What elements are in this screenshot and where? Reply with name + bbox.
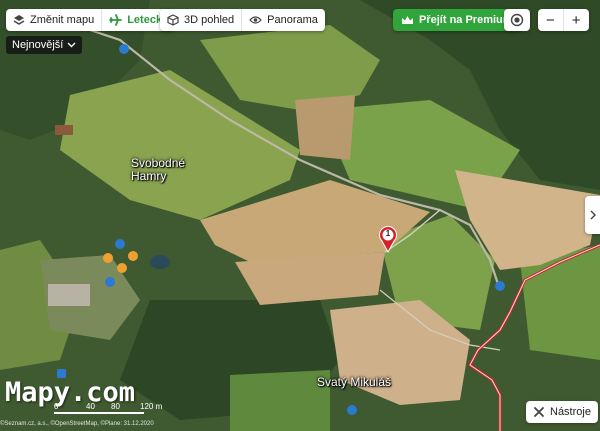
tools-button[interactable]: Nástroje [526, 401, 598, 423]
place-label-svaty-mikulas[interactable]: Svatý Mikuláš [317, 376, 391, 389]
scale-label-0: 0 [54, 402, 59, 411]
tools-icon [534, 407, 544, 417]
zoom-out-button[interactable]: − [538, 9, 563, 31]
view-mode-switcher: 3D pohled Panorama [160, 9, 325, 31]
crown-icon [402, 15, 413, 24]
pond [150, 255, 170, 269]
locate-icon [510, 13, 524, 27]
panorama-label: Panorama [267, 14, 318, 26]
airplane-icon [109, 14, 123, 26]
locate-button[interactable] [504, 9, 530, 31]
change-map-label: Změnit mapu [30, 14, 95, 26]
premium-label: Přejít na Premium [419, 14, 513, 26]
zoom-controls: − + [538, 9, 589, 31]
scale-label-80: 80 [111, 402, 120, 411]
copyright-text[interactable]: ©Seznam.cz, a.s., ©OpenStreetMap, ©Plane… [0, 421, 154, 427]
newest-filter-label: Nejnovější [12, 39, 64, 51]
eye-icon [249, 16, 262, 24]
village-buildings [48, 284, 90, 306]
location-marker[interactable]: 1 [378, 225, 398, 253]
tools-label: Nástroje [550, 406, 591, 418]
scale-line [54, 412, 144, 414]
scale-label-40: 40 [86, 402, 95, 411]
3d-view-label: 3D pohled [184, 14, 235, 26]
cube-icon [167, 14, 179, 26]
scale-bar: 0 40 80 120 m [48, 402, 162, 416]
zoom-in-button[interactable]: + [562, 9, 589, 31]
chevron-down-icon [67, 42, 76, 48]
panorama-button[interactable]: Panorama [241, 9, 325, 31]
zoom-out-label: − [546, 11, 555, 29]
layers-icon [13, 15, 25, 25]
3d-view-button[interactable]: 3D pohled [160, 9, 241, 31]
side-panel-toggle[interactable] [585, 196, 600, 234]
newest-filter-dropdown[interactable]: Nejnovější [6, 36, 83, 54]
map-type-switcher: Změnit mapu Letecká [6, 9, 176, 31]
zoom-in-label: + [571, 11, 581, 29]
aerial-map[interactable] [0, 0, 600, 431]
chevron-right-icon [590, 210, 596, 220]
marker-number: 1 [385, 229, 391, 238]
place-label-svobodne-hamry[interactable]: Svobodné Hamry [131, 157, 185, 183]
scale-label-120: 120 m [140, 402, 163, 411]
field-north-small [295, 95, 355, 160]
meadow-bottom [230, 370, 330, 431]
building-roof [55, 125, 73, 135]
change-map-button[interactable]: Změnit mapu [6, 9, 101, 31]
premium-button[interactable]: Přejít na Premium [393, 9, 521, 31]
